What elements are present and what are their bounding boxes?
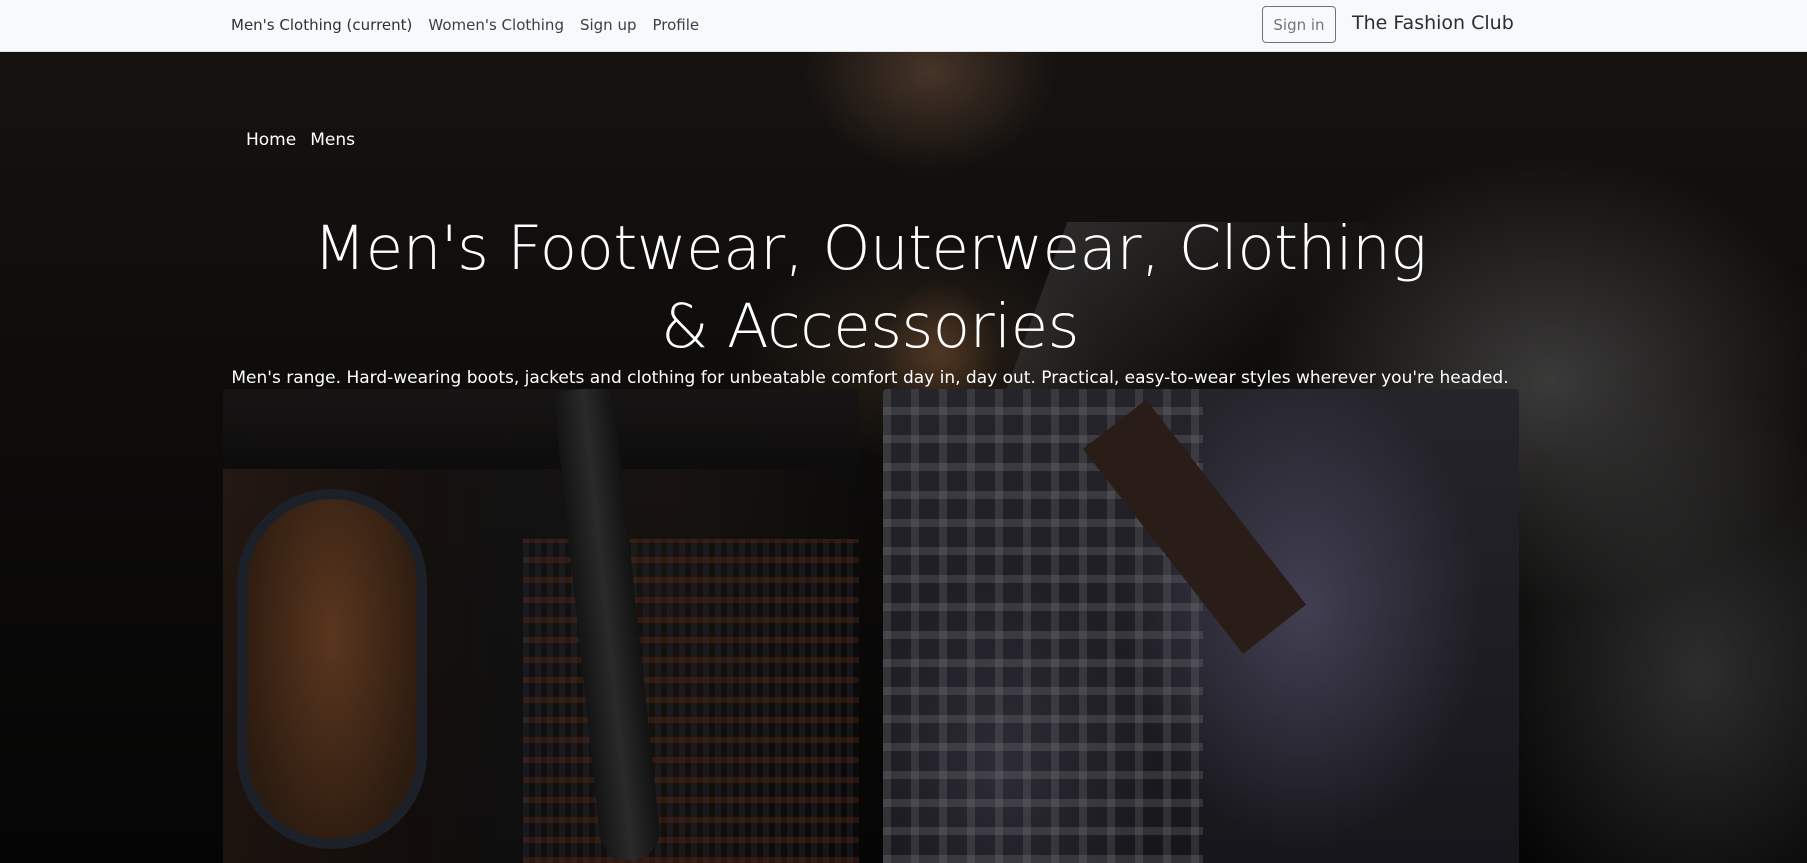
sign-in-button[interactable]: Sign in: [1262, 6, 1336, 43]
breadcrumb-mens[interactable]: Mens: [310, 130, 355, 150]
shoe-image: [237, 489, 427, 849]
breadcrumb-home[interactable]: Home: [246, 130, 296, 150]
category-card-outerwear[interactable]: [883, 389, 1519, 863]
top-navbar: Men's Clothing (current) Women's Clothin…: [0, 0, 1807, 52]
page-subtitle: Men's range. Hard-wearing boots, jackets…: [231, 368, 1509, 388]
bag-top-image: [223, 389, 859, 469]
nav-link-mens-clothing[interactable]: Men's Clothing (current): [231, 16, 412, 34]
brand-name[interactable]: The Fashion Club: [1352, 12, 1514, 34]
nav-link-sign-up[interactable]: Sign up: [580, 16, 637, 34]
nav-link-womens-clothing[interactable]: Women's Clothing: [428, 16, 564, 34]
page-title: Men's Footwear, Outerwear, Clothing & Ac…: [313, 213, 1427, 362]
nav-link-profile[interactable]: Profile: [652, 16, 699, 34]
nav-links: Men's Clothing (current) Women's Clothin…: [231, 0, 715, 50]
breadcrumb: Home Mens: [246, 130, 369, 150]
category-card-footwear-accessories[interactable]: [223, 389, 859, 863]
